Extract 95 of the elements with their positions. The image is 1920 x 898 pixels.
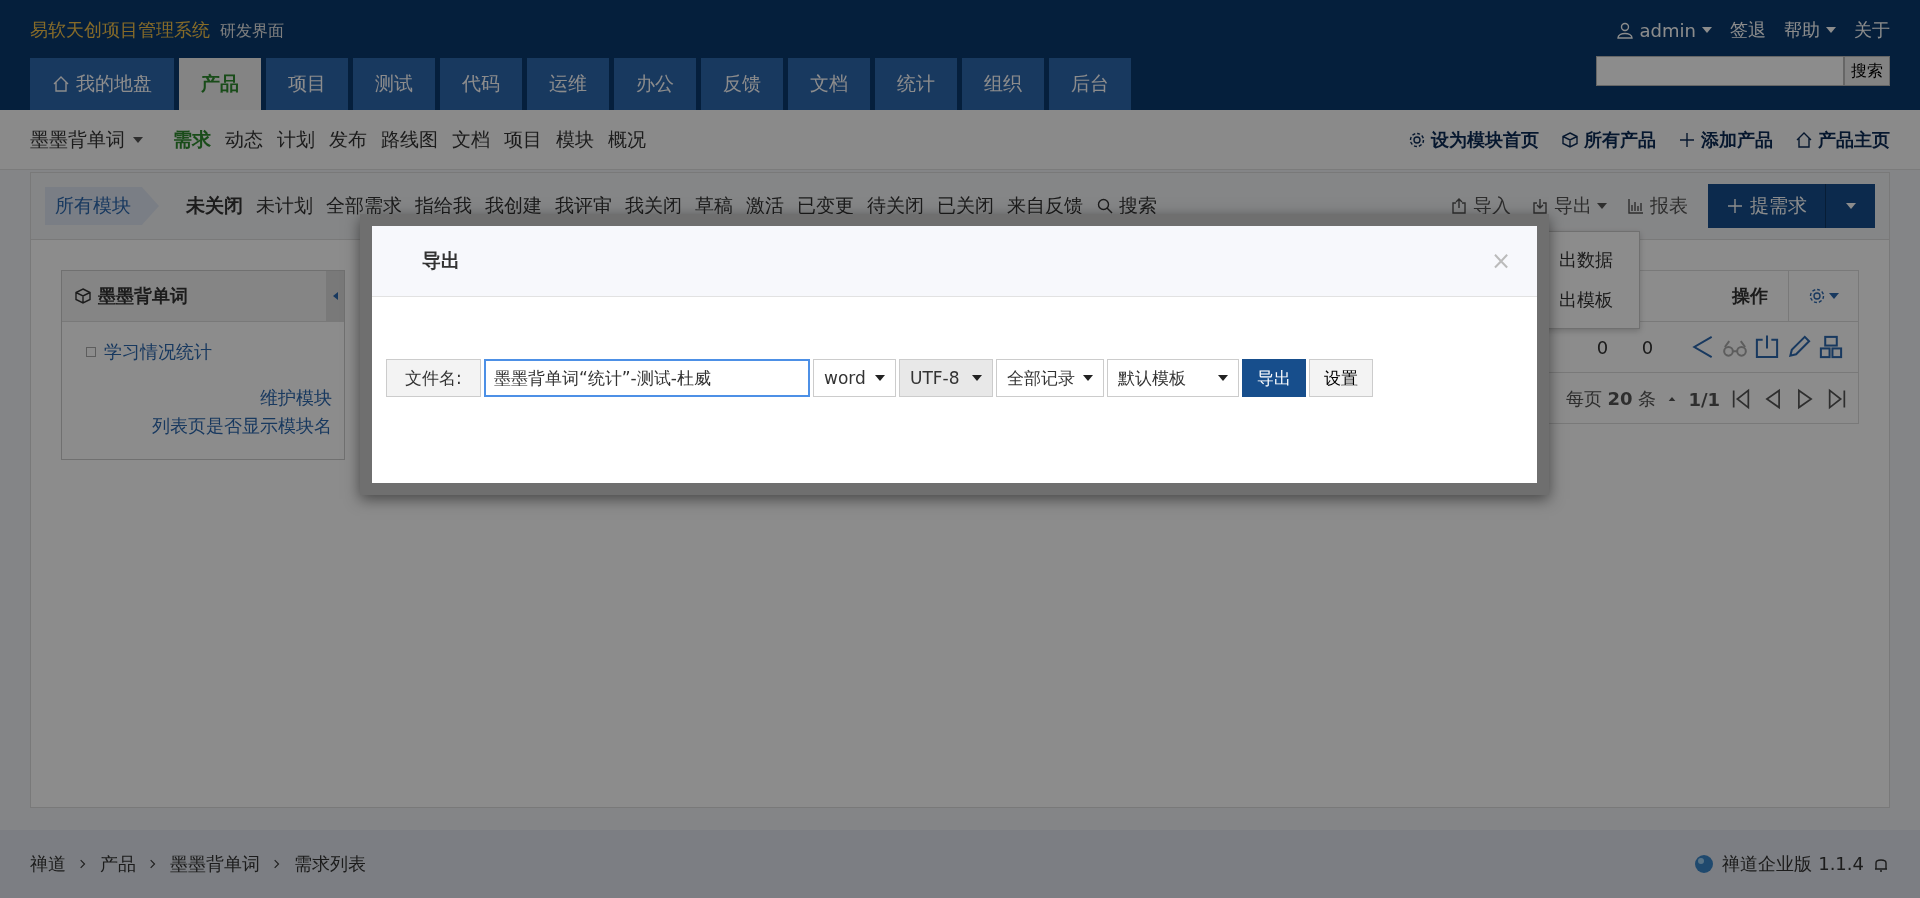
action-link[interactable]: 添加产品: [1701, 127, 1773, 152]
breadcrumb-link[interactable]: 禅道: [30, 852, 66, 876]
breadcrumb-link[interactable]: 产品: [100, 852, 136, 876]
export-button[interactable]: 导出: [1242, 359, 1306, 397]
sub-nav-item[interactable]: 概况: [608, 126, 646, 153]
plus-icon: [1726, 197, 1744, 215]
caret-icon: [972, 375, 982, 381]
plus-icon: [1678, 130, 1696, 149]
nav-tab[interactable]: 项目: [266, 58, 348, 110]
sidebar-link[interactable]: 列表页是否显示模块名: [152, 414, 332, 438]
sub-nav-item[interactable]: 文档: [452, 126, 490, 153]
download-icon: [1531, 197, 1549, 215]
column-header: 操作: [1732, 284, 1769, 308]
nav-tab[interactable]: 运维: [527, 58, 609, 110]
last-page-icon: [1826, 388, 1848, 410]
settings-button[interactable]: 设置: [1309, 359, 1373, 397]
sub-nav-item[interactable]: 需求: [173, 126, 211, 153]
report-link[interactable]: 报表: [1650, 193, 1688, 219]
nav-tab[interactable]: 后台: [1049, 58, 1131, 110]
action-link[interactable]: 产品主页: [1818, 127, 1890, 152]
filter-tab[interactable]: 全部需求: [326, 193, 402, 219]
filename-field[interactable]: 墨墨背单词“统计”-测试-杜威: [484, 359, 810, 397]
user-menu[interactable]: admin: [1639, 19, 1696, 41]
logout-link[interactable]: 签退: [1730, 18, 1766, 42]
home-icon: [52, 75, 70, 93]
action-link[interactable]: 设为模块首页: [1431, 127, 1539, 152]
bar-chart-icon: [1627, 197, 1645, 215]
nav-tab[interactable]: 测试: [353, 58, 435, 110]
nav-tab[interactable]: 统计: [875, 58, 957, 110]
sub-nav-item[interactable]: 发布: [329, 126, 367, 153]
create-dropdown-button[interactable]: [1825, 184, 1875, 228]
breadcrumb-link[interactable]: 需求列表: [294, 852, 366, 876]
sub-nav-item[interactable]: 计划: [277, 126, 315, 153]
grid-icon: [1818, 334, 1844, 360]
select-field[interactable]: word: [813, 359, 896, 397]
caret-icon: [875, 375, 885, 381]
version-label: 禅道企业版 1.1.4: [1722, 852, 1864, 876]
nav-tab[interactable]: 我的地盘: [30, 58, 174, 110]
about-link[interactable]: 关于: [1854, 18, 1890, 42]
nav-tab[interactable]: 组织: [962, 58, 1044, 110]
select-field[interactable]: 默认模板: [1107, 359, 1239, 397]
upload-icon: [1450, 197, 1468, 215]
module-tree-title: 墨墨背单词: [98, 284, 188, 308]
export-link[interactable]: 导出: [1554, 193, 1592, 219]
caret-icon: [133, 136, 143, 143]
nav-tab[interactable]: 代码: [440, 58, 522, 110]
sidebar-link[interactable]: 维护模块: [260, 386, 332, 410]
create-story-button[interactable]: 提需求: [1708, 184, 1825, 228]
filter-tab[interactable]: 未计划: [256, 193, 313, 219]
settings-icon: [1408, 130, 1426, 149]
caret-icon: [1829, 293, 1839, 299]
search-icon: [1096, 197, 1114, 215]
cube-icon: [1561, 130, 1579, 149]
user-icon: [1615, 21, 1634, 39]
filename-label: 文件名:: [386, 359, 481, 397]
dialog-title: 导出: [422, 248, 460, 273]
collapse-handle[interactable]: [326, 271, 344, 321]
filter-tab[interactable]: 未关闭: [186, 193, 243, 219]
tree-bullet-icon: [86, 347, 96, 357]
module-link[interactable]: 学习情况统计: [104, 340, 212, 364]
nav-tab[interactable]: 反馈: [701, 58, 783, 110]
first-page-icon: [1730, 388, 1752, 410]
action-link[interactable]: 所有产品: [1584, 127, 1656, 152]
breadcrumb-link[interactable]: 墨墨背单词: [170, 852, 260, 876]
sub-nav-item[interactable]: 模块: [556, 126, 594, 153]
search-button[interactable]: 搜索: [1844, 56, 1890, 86]
sub-nav-item[interactable]: 动态: [225, 126, 263, 153]
nav-tab[interactable]: 办公: [614, 58, 696, 110]
caret-icon: [1826, 27, 1836, 33]
app-title: 易软天创项目管理系统: [30, 18, 210, 42]
page-size-label[interactable]: 每页 20 条: [1565, 387, 1657, 411]
page-indicator: 1/1: [1688, 388, 1720, 410]
module-breadcrumb[interactable]: 所有模块: [45, 187, 159, 225]
product-selector[interactable]: 墨墨背单词: [30, 126, 125, 153]
search-field[interactable]: [1596, 56, 1844, 86]
cube-icon: [74, 287, 92, 305]
caret-icon: [1218, 375, 1228, 381]
table-cell-text: 0: [1595, 336, 1610, 358]
globe-icon: [1694, 854, 1715, 874]
nav-tab[interactable]: 产品: [179, 58, 261, 110]
subtitle: 研发界面: [220, 21, 284, 42]
caret-icon: [1845, 203, 1856, 209]
upload-icon: [1754, 334, 1780, 360]
help-menu[interactable]: 帮助: [1784, 18, 1820, 42]
caret-icon: [1083, 375, 1093, 381]
settings-icon: [1808, 287, 1826, 305]
home-icon: [1795, 130, 1813, 149]
caret-icon: [1597, 203, 1607, 209]
table-cell-text: 0: [1640, 336, 1655, 358]
pencil-icon: [1786, 334, 1812, 360]
sub-nav-item[interactable]: 项目: [504, 126, 542, 153]
caret-icon: [1702, 27, 1712, 33]
sub-nav-item[interactable]: 路线图: [381, 126, 438, 153]
select-field[interactable]: 全部记录: [996, 359, 1104, 397]
nav-tab[interactable]: 文档: [788, 58, 870, 110]
